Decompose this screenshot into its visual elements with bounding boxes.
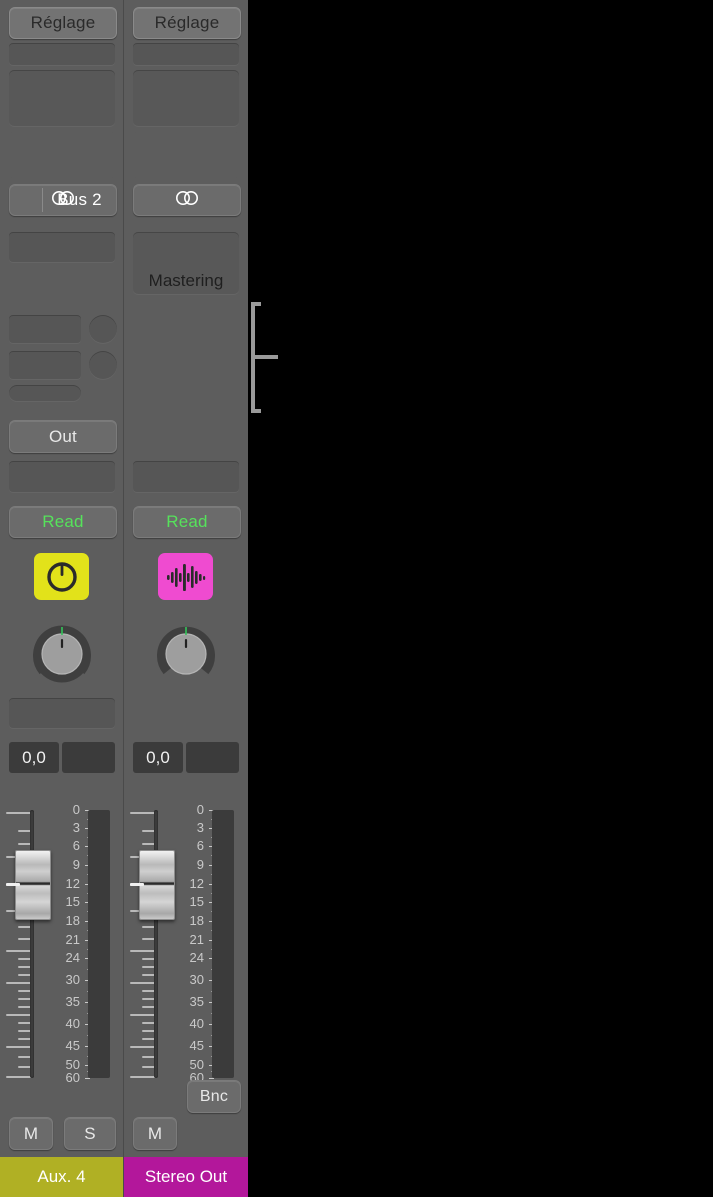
setting-button[interactable]: Réglage bbox=[133, 7, 241, 39]
volume-value[interactable]: 0,0 bbox=[133, 742, 183, 773]
mute-button[interactable]: M bbox=[133, 1117, 177, 1150]
send-slot[interactable] bbox=[9, 232, 115, 262]
level-meter bbox=[212, 810, 234, 1078]
fader-meter-zone: 0 3 6 9 12 15 18 21 24 30 35 40 45 50 60 bbox=[124, 800, 248, 1085]
channel-strip-stereo-out: Réglage Mastering Read 0,0 0 3 6 9 12 15… bbox=[124, 0, 248, 1197]
group-slot[interactable] bbox=[133, 461, 239, 492]
send-row-1-knob[interactable] bbox=[89, 315, 117, 343]
volume-fader[interactable] bbox=[6, 850, 51, 920]
track-name-label: Aux. 4 bbox=[37, 1167, 86, 1186]
pan-value-slot[interactable] bbox=[9, 698, 115, 728]
group-slot[interactable] bbox=[9, 461, 115, 492]
db-scale: 0 3 6 9 12 15 18 21 24 30 35 40 45 50 60 bbox=[52, 800, 90, 1085]
bounce-button[interactable]: Bnc bbox=[187, 1080, 241, 1113]
track-name-label: Stereo Out bbox=[144, 1167, 228, 1186]
automation-mode-button[interactable]: Read bbox=[9, 506, 117, 538]
channel-strip-aux-4: Réglage Bus 2 Out Read 0,0 0 3 6 9 12 15… bbox=[0, 0, 124, 1197]
solo-button[interactable]: S bbox=[64, 1117, 116, 1150]
mute-button[interactable]: M bbox=[9, 1117, 53, 1150]
volume-value[interactable]: 0,0 bbox=[9, 742, 59, 773]
send-row-1-slot[interactable] bbox=[9, 315, 81, 343]
waveform-icon[interactable] bbox=[158, 553, 213, 600]
pan-knob-icon[interactable] bbox=[34, 553, 89, 600]
volume-fader[interactable] bbox=[130, 850, 175, 920]
fader-meter-zone: 0 3 6 9 12 15 18 21 24 30 35 40 45 50 60 bbox=[0, 800, 124, 1085]
eq-thumbnail-slot[interactable] bbox=[133, 43, 239, 65]
input-assignment-label: Bus 2 bbox=[57, 190, 102, 209]
input-assignment-button[interactable]: Bus 2 bbox=[9, 184, 117, 216]
track-name-stereo-out[interactable]: Stereo Out bbox=[124, 1157, 248, 1197]
db-scale: 0 3 6 9 12 15 18 21 24 30 35 40 45 50 60 bbox=[176, 800, 214, 1085]
automation-mode-button[interactable]: Read bbox=[133, 506, 241, 538]
send-row-3-slot[interactable] bbox=[9, 385, 81, 401]
stereo-circles-icon bbox=[174, 190, 200, 211]
insert-slot-label: Mastering bbox=[148, 271, 224, 290]
pan-knob[interactable] bbox=[0, 620, 124, 688]
mixer-panel: Réglage Bus 2 Out Read 0,0 0 3 6 9 12 15… bbox=[0, 0, 248, 1197]
level-meter bbox=[88, 810, 110, 1078]
insert-slots-area[interactable] bbox=[133, 132, 239, 178]
insert-slot-mastering[interactable]: Mastering bbox=[133, 232, 239, 294]
track-name-aux-4[interactable]: Aux. 4 bbox=[0, 1157, 123, 1197]
eq-display-slot[interactable] bbox=[9, 70, 115, 126]
pan-knob[interactable] bbox=[124, 620, 248, 688]
eq-thumbnail-slot[interactable] bbox=[9, 43, 115, 65]
insert-slots-area[interactable] bbox=[9, 132, 115, 178]
send-row-2-slot[interactable] bbox=[9, 351, 81, 379]
input-assignment-button[interactable] bbox=[133, 184, 241, 216]
peak-value[interactable] bbox=[186, 742, 239, 773]
screen-root: Réglage Bus 2 Out Read 0,0 0 3 6 9 12 15… bbox=[0, 0, 713, 1197]
callout-bracket bbox=[251, 302, 278, 413]
output-assignment-button[interactable]: Out bbox=[9, 420, 117, 453]
send-row-2-knob[interactable] bbox=[89, 351, 117, 379]
eq-display-slot[interactable] bbox=[133, 70, 239, 126]
setting-button[interactable]: Réglage bbox=[9, 7, 117, 39]
peak-value[interactable] bbox=[62, 742, 115, 773]
